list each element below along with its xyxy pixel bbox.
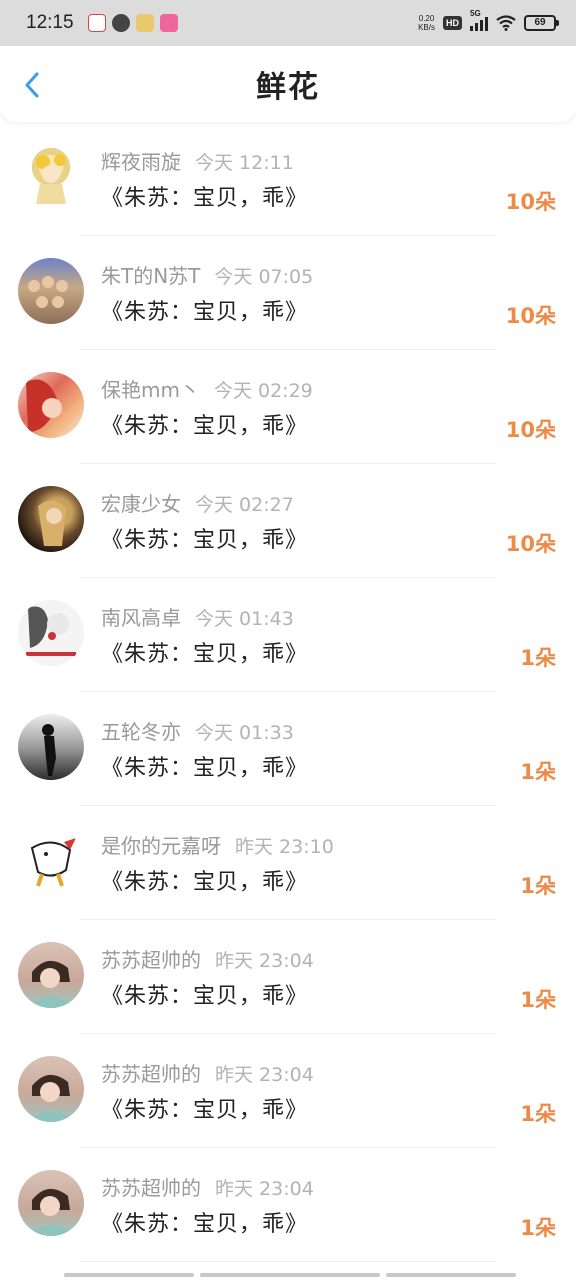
battery-icon: 69 [524, 15, 559, 31]
gift-time: 今天 01:43 [195, 608, 294, 630]
list-item[interactable]: 宏康少女 今天 02:27 《朱苏：宝贝，乖》 10朵 [0, 464, 576, 578]
flower-count: 10朵 [505, 418, 556, 442]
status-time: 12:15 [26, 12, 74, 33]
avatar[interactable] [18, 1170, 84, 1236]
sender-name: 苏苏超帅的 昨天 23:04 [101, 948, 314, 972]
gift-list: 辉夜雨旋 今天 12:11 《朱苏：宝贝，乖》 10朵 朱T的N苏T 今天 07:0… [0, 122, 576, 1262]
gift-time: 昨天 23:04 [215, 950, 314, 972]
gift-message: 《朱苏：宝贝，乖》 [101, 1212, 309, 1237]
list-item[interactable]: 南风高卓 今天 01:43 《朱苏：宝贝，乖》 1朵 [0, 578, 576, 692]
avatar[interactable] [18, 600, 84, 666]
gift-time: 昨天 23:04 [215, 1064, 314, 1086]
game-app-icon [135, 14, 154, 32]
sender-name: 保艳mm丶 今天 02:29 [101, 378, 313, 402]
sender-name: 苏苏超帅的 昨天 23:04 [101, 1176, 314, 1200]
hd-badge: HD [443, 16, 462, 30]
gift-message: 《朱苏：宝贝，乖》 [101, 984, 309, 1009]
gift-time: 今天 01:33 [195, 722, 294, 744]
list-item[interactable]: 苏苏超帅的 昨天 23:04 《朱苏：宝贝，乖》 1朵 [0, 1034, 576, 1148]
list-item[interactable]: 是你的元嘉呀 昨天 23:10 《朱苏：宝贝，乖》 1朵 [0, 806, 576, 920]
sender-name: 五轮冬亦 今天 01:33 [101, 720, 294, 744]
list-item[interactable]: 辉夜雨旋 今天 12:11 《朱苏：宝贝，乖》 10朵 [0, 122, 576, 236]
gift-time: 今天 07:05 [214, 266, 314, 288]
avatar[interactable] [18, 828, 84, 894]
header: 鲜花 [0, 46, 576, 122]
flower-count: 1朵 [520, 1102, 556, 1126]
wifi-icon [496, 15, 516, 31]
sender-name: 苏苏超帅的 昨天 23:04 [101, 1062, 314, 1086]
network-type: 5G [470, 9, 481, 18]
avatar[interactable] [18, 714, 84, 780]
gift-message: 《朱苏：宝贝，乖》 [101, 756, 309, 781]
gift-time: 昨天 23:10 [235, 836, 334, 858]
list-item[interactable]: 朱T的N苏T 今天 07:05 《朱苏：宝贝，乖》 10朵 [0, 236, 576, 350]
avatar[interactable] [18, 1056, 84, 1122]
flower-count: 10朵 [505, 532, 556, 556]
flower-count: 1朵 [520, 988, 556, 1012]
avatar[interactable] [18, 144, 84, 210]
gift-message: 《朱苏：宝贝，乖》 [101, 186, 309, 211]
gift-time: 今天 02:27 [195, 494, 294, 516]
gift-time: 昨天 23:04 [215, 1178, 314, 1200]
notification-icons [87, 14, 178, 32]
home-indicator[interactable] [64, 1273, 516, 1277]
sender-name: 南风高卓 今天 01:43 [101, 606, 294, 630]
status-bar: 12:15 0.20 KB/s HD 5G 69 [0, 0, 576, 46]
gift-message: 《朱苏：宝贝，乖》 [101, 414, 309, 439]
gift-message: 《朱苏：宝贝，乖》 [101, 642, 309, 667]
sender-name: 是你的元嘉呀 昨天 23:10 [101, 834, 334, 858]
gift-time: 今天 02:29 [213, 380, 313, 402]
flower-count: 10朵 [505, 304, 556, 328]
gift-message: 《朱苏：宝贝，乖》 [101, 870, 309, 895]
flower-count: 1朵 [520, 874, 556, 898]
avatar[interactable] [18, 372, 84, 438]
flower-count: 1朵 [520, 646, 556, 670]
sender-name: 辉夜雨旋 今天 12:11 [101, 150, 294, 174]
video-app-icon [111, 14, 130, 32]
gift-message: 《朱苏：宝贝，乖》 [101, 300, 309, 325]
list-item[interactable]: 保艳mm丶 今天 02:29 《朱苏：宝贝，乖》 10朵 [0, 350, 576, 464]
avatar[interactable] [18, 258, 84, 324]
list-item[interactable]: 苏苏超帅的 昨天 23:04 《朱苏：宝贝，乖》 1朵 [0, 920, 576, 1034]
net-speed: 0.20 KB/s [418, 14, 435, 32]
status-indicators: 0.20 KB/s HD 5G 69 [418, 9, 559, 32]
sender-name: 宏康少女 今天 02:27 [101, 492, 294, 516]
sender-name: 朱T的N苏T 今天 07:05 [101, 264, 314, 288]
avatar[interactable] [18, 942, 84, 1008]
page-title: 鲜花 [256, 70, 320, 105]
divider [80, 1261, 496, 1262]
chevron-left-icon[interactable] [18, 70, 48, 100]
flower-count: 10朵 [505, 190, 556, 214]
gift-time: 今天 12:11 [195, 152, 294, 174]
flower-count: 1朵 [520, 760, 556, 784]
cellular-signal-icon: 5G [470, 9, 488, 31]
calendar-app-icon [87, 14, 106, 32]
avatar[interactable] [18, 486, 84, 552]
gift-message: 《朱苏：宝贝，乖》 [101, 528, 309, 553]
chat-app-icon [159, 14, 178, 32]
flower-count: 1朵 [520, 1216, 556, 1240]
list-item[interactable]: 五轮冬亦 今天 01:33 《朱苏：宝贝，乖》 1朵 [0, 692, 576, 806]
list-item[interactable]: 苏苏超帅的 昨天 23:04 《朱苏：宝贝，乖》 1朵 [0, 1148, 576, 1262]
gift-message: 《朱苏：宝贝，乖》 [101, 1098, 309, 1123]
